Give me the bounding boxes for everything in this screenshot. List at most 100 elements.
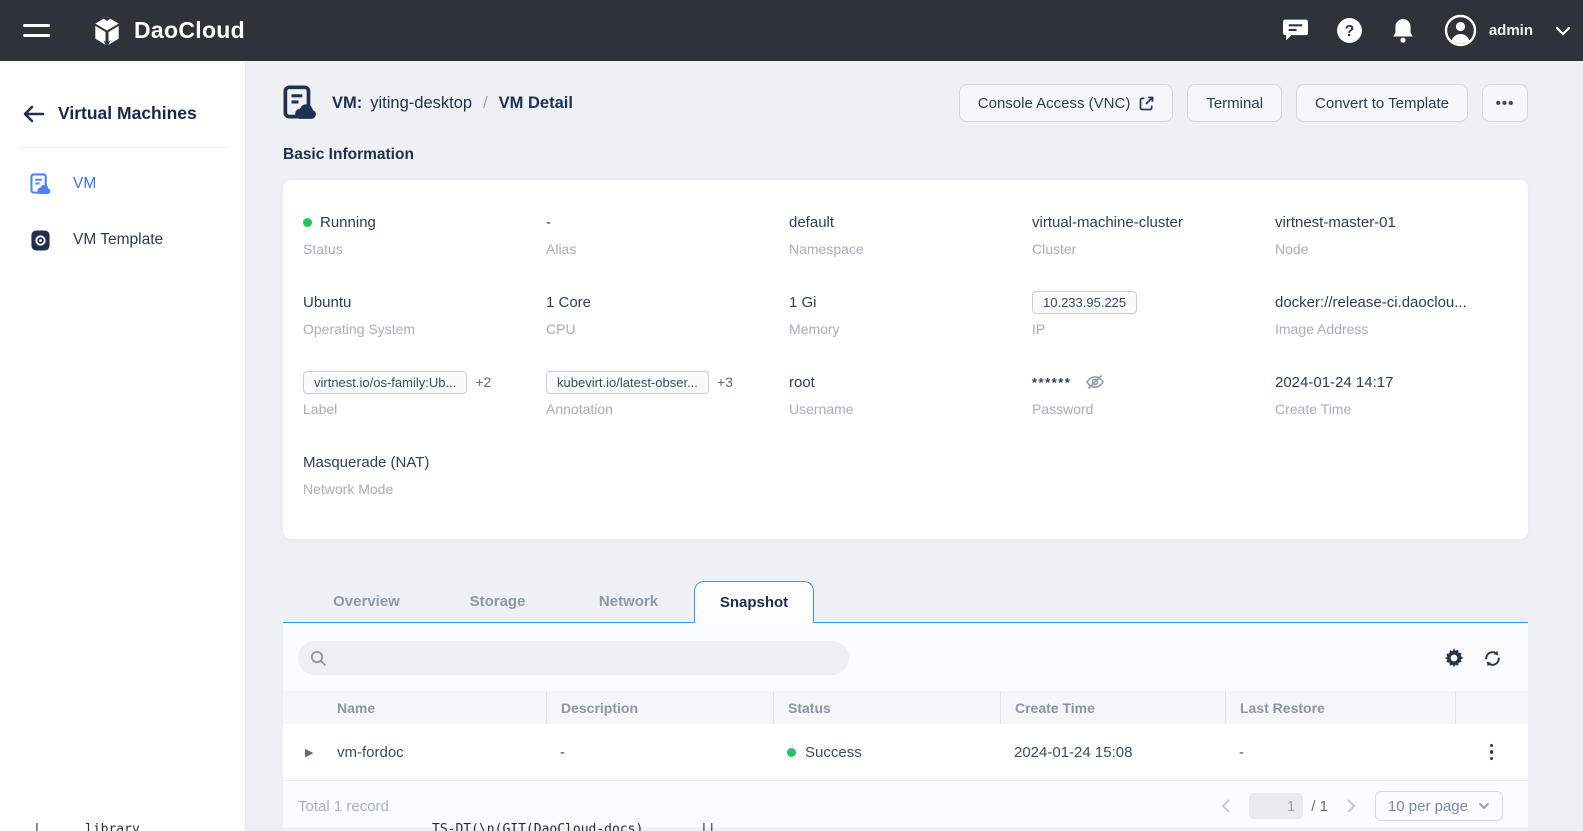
terminal-button[interactable]: Terminal	[1187, 84, 1283, 122]
sidebar-title: Virtual Machines	[58, 103, 197, 123]
field-cpu: 1 Core CPU	[546, 293, 592, 338]
tab-storage[interactable]: Storage	[432, 593, 563, 622]
status-dot	[303, 217, 312, 227]
basic-information-card: Running Status - Alias default Namespace…	[283, 180, 1528, 539]
feedback-icon[interactable]	[1282, 17, 1309, 44]
field-memory: 1 Gi Memory	[789, 293, 840, 338]
user-name: admin	[1488, 22, 1533, 39]
table-settings-gear-icon[interactable]	[1444, 648, 1464, 668]
breadcrumb-separator: /	[483, 93, 488, 112]
field-operating-system: Ubuntu Operating System	[303, 293, 416, 338]
row-expander-icon[interactable]: ▶	[305, 746, 317, 759]
total-records: Total 1 record	[298, 797, 389, 815]
tab-snapshot[interactable]: Snapshot	[694, 581, 814, 623]
page-number-input[interactable]	[1249, 793, 1304, 819]
snapshot-panel: Name Description Status Create Time Last…	[283, 623, 1528, 827]
column-last-restore[interactable]: Last Restore	[1225, 691, 1455, 724]
eye-off-icon[interactable]	[1085, 374, 1105, 390]
field-ip: 10.233.95.225 IP	[1032, 290, 1275, 337]
sidebar-item-vm[interactable]: VM	[0, 156, 245, 212]
field-status: Running Status	[303, 213, 376, 257]
chevron-down-icon	[1555, 26, 1571, 36]
field-annotation: kubevirt.io/latest-obser... +3 Annotatio…	[546, 370, 789, 417]
divider	[18, 147, 229, 148]
breadcrumb: VM: yiting-desktop / VM Detail	[332, 94, 573, 113]
annotation-chip: kubevirt.io/latest-obser...	[546, 370, 709, 394]
snapshot-toolbar	[283, 623, 1528, 691]
avatar	[1444, 14, 1477, 47]
sidebar-item-vm-template[interactable]: VM Template	[0, 212, 245, 268]
label-chip: virtnest.io/os-family:Ub...	[303, 370, 468, 394]
page-title: VM Detail	[498, 93, 573, 112]
sidebar-item-label: VM Template	[73, 231, 164, 248]
more-actions-button[interactable]: •••	[1482, 84, 1528, 122]
page-header: VM: yiting-desktop / VM Detail Console A…	[283, 80, 1528, 126]
sidebar-back[interactable]: Virtual Machines	[0, 61, 245, 124]
tab-network[interactable]: Network	[563, 593, 694, 622]
search-input[interactable]	[335, 650, 837, 666]
help-icon[interactable]: ?	[1336, 17, 1363, 44]
snapshot-name[interactable]: vm-fordoc	[337, 744, 404, 761]
page-total: / 1	[1311, 797, 1328, 815]
external-link-icon	[1139, 96, 1154, 111]
sidebar-item-label: VM	[73, 175, 97, 192]
field-node: virtnest-master-01 Node	[1275, 213, 1396, 258]
column-description[interactable]: Description	[546, 691, 773, 724]
snapshot-description: -	[560, 743, 565, 761]
password-masked: ******	[1032, 374, 1072, 390]
notifications-bell-icon[interactable]	[1390, 17, 1417, 44]
field-network-mode: Masquerade (NAT) Network Mode	[303, 453, 430, 498]
breadcrumb-kind: VM:	[332, 93, 363, 112]
top-bar: DaoCloud ? admin	[0, 0, 1583, 61]
field-create-time: 2024-01-24 14:17 Create Time	[1275, 373, 1394, 418]
row-actions-kebab-icon[interactable]	[1486, 740, 1498, 765]
prev-page-icon[interactable]	[1220, 798, 1231, 814]
column-name[interactable]: Name	[283, 691, 546, 724]
brand-logo[interactable]: DaoCloud	[90, 14, 245, 48]
field-alias: - Alias	[546, 213, 577, 258]
column-status[interactable]: Status	[773, 691, 1000, 724]
menu-toggle-icon[interactable]	[23, 17, 50, 44]
console-access-button[interactable]: Console Access (VNC)	[958, 84, 1174, 122]
snapshot-last-restore: -	[1239, 743, 1244, 761]
column-actions	[1455, 691, 1528, 724]
table-row: ▶ vm-fordoc - Success 2024-01-24 15:08 -	[283, 724, 1528, 781]
search-box[interactable]	[298, 641, 849, 675]
convert-to-template-button[interactable]: Convert to Template	[1296, 84, 1468, 122]
snapshot-status: Success	[787, 744, 862, 761]
detail-tabs: Overview Storage Network Snapshot	[283, 581, 1528, 623]
column-create-time[interactable]: Create Time	[1000, 691, 1225, 724]
breadcrumb-vm-name[interactable]: yiting-desktop	[370, 94, 472, 113]
arrow-left-icon	[22, 105, 45, 123]
status-dot	[787, 747, 796, 757]
vm-page-icon	[283, 84, 317, 122]
svg-text:?: ?	[1345, 23, 1355, 40]
user-menu[interactable]: admin	[1444, 14, 1571, 47]
page-size-select[interactable]: 10 per page	[1374, 791, 1503, 821]
field-image-address: docker://release-ci.daoclou... Image Add…	[1275, 293, 1467, 338]
table-footer: Total 1 record / 1 10 per page	[283, 781, 1528, 821]
label-more-count[interactable]: +2	[475, 374, 491, 390]
snapshot-create-time: 2024-01-24 15:08	[1014, 743, 1133, 761]
field-cluster: virtual-machine-cluster Cluster	[1032, 213, 1183, 258]
field-password: ****** Password	[1032, 370, 1275, 417]
field-namespace: default Namespace	[789, 213, 864, 258]
refresh-icon[interactable]	[1482, 648, 1503, 669]
main-content: VM: yiting-desktop / VM Detail Console A…	[246, 61, 1583, 831]
next-page-icon[interactable]	[1346, 798, 1357, 814]
chevron-down-icon	[1478, 802, 1490, 810]
annotation-more-count[interactable]: +3	[717, 374, 733, 390]
search-icon	[310, 650, 327, 667]
basic-information-title: Basic Information	[283, 146, 414, 163]
vm-template-icon	[30, 229, 51, 252]
field-label: virtnest.io/os-family:Ub... +2 Label	[303, 370, 546, 417]
daocloud-logo-icon	[90, 14, 124, 48]
tab-overview[interactable]: Overview	[301, 593, 432, 622]
sidebar: Virtual Machines VM VM Template	[0, 61, 246, 831]
pagination: / 1 10 per page	[1220, 791, 1503, 821]
table-header: Name Description Status Create Time Last…	[283, 691, 1528, 724]
ip-chip: 10.233.95.225	[1032, 290, 1138, 314]
vm-doc-cloud-icon	[30, 172, 51, 196]
field-username: root Username	[789, 373, 854, 418]
brand-name: DaoCloud	[134, 17, 245, 43]
